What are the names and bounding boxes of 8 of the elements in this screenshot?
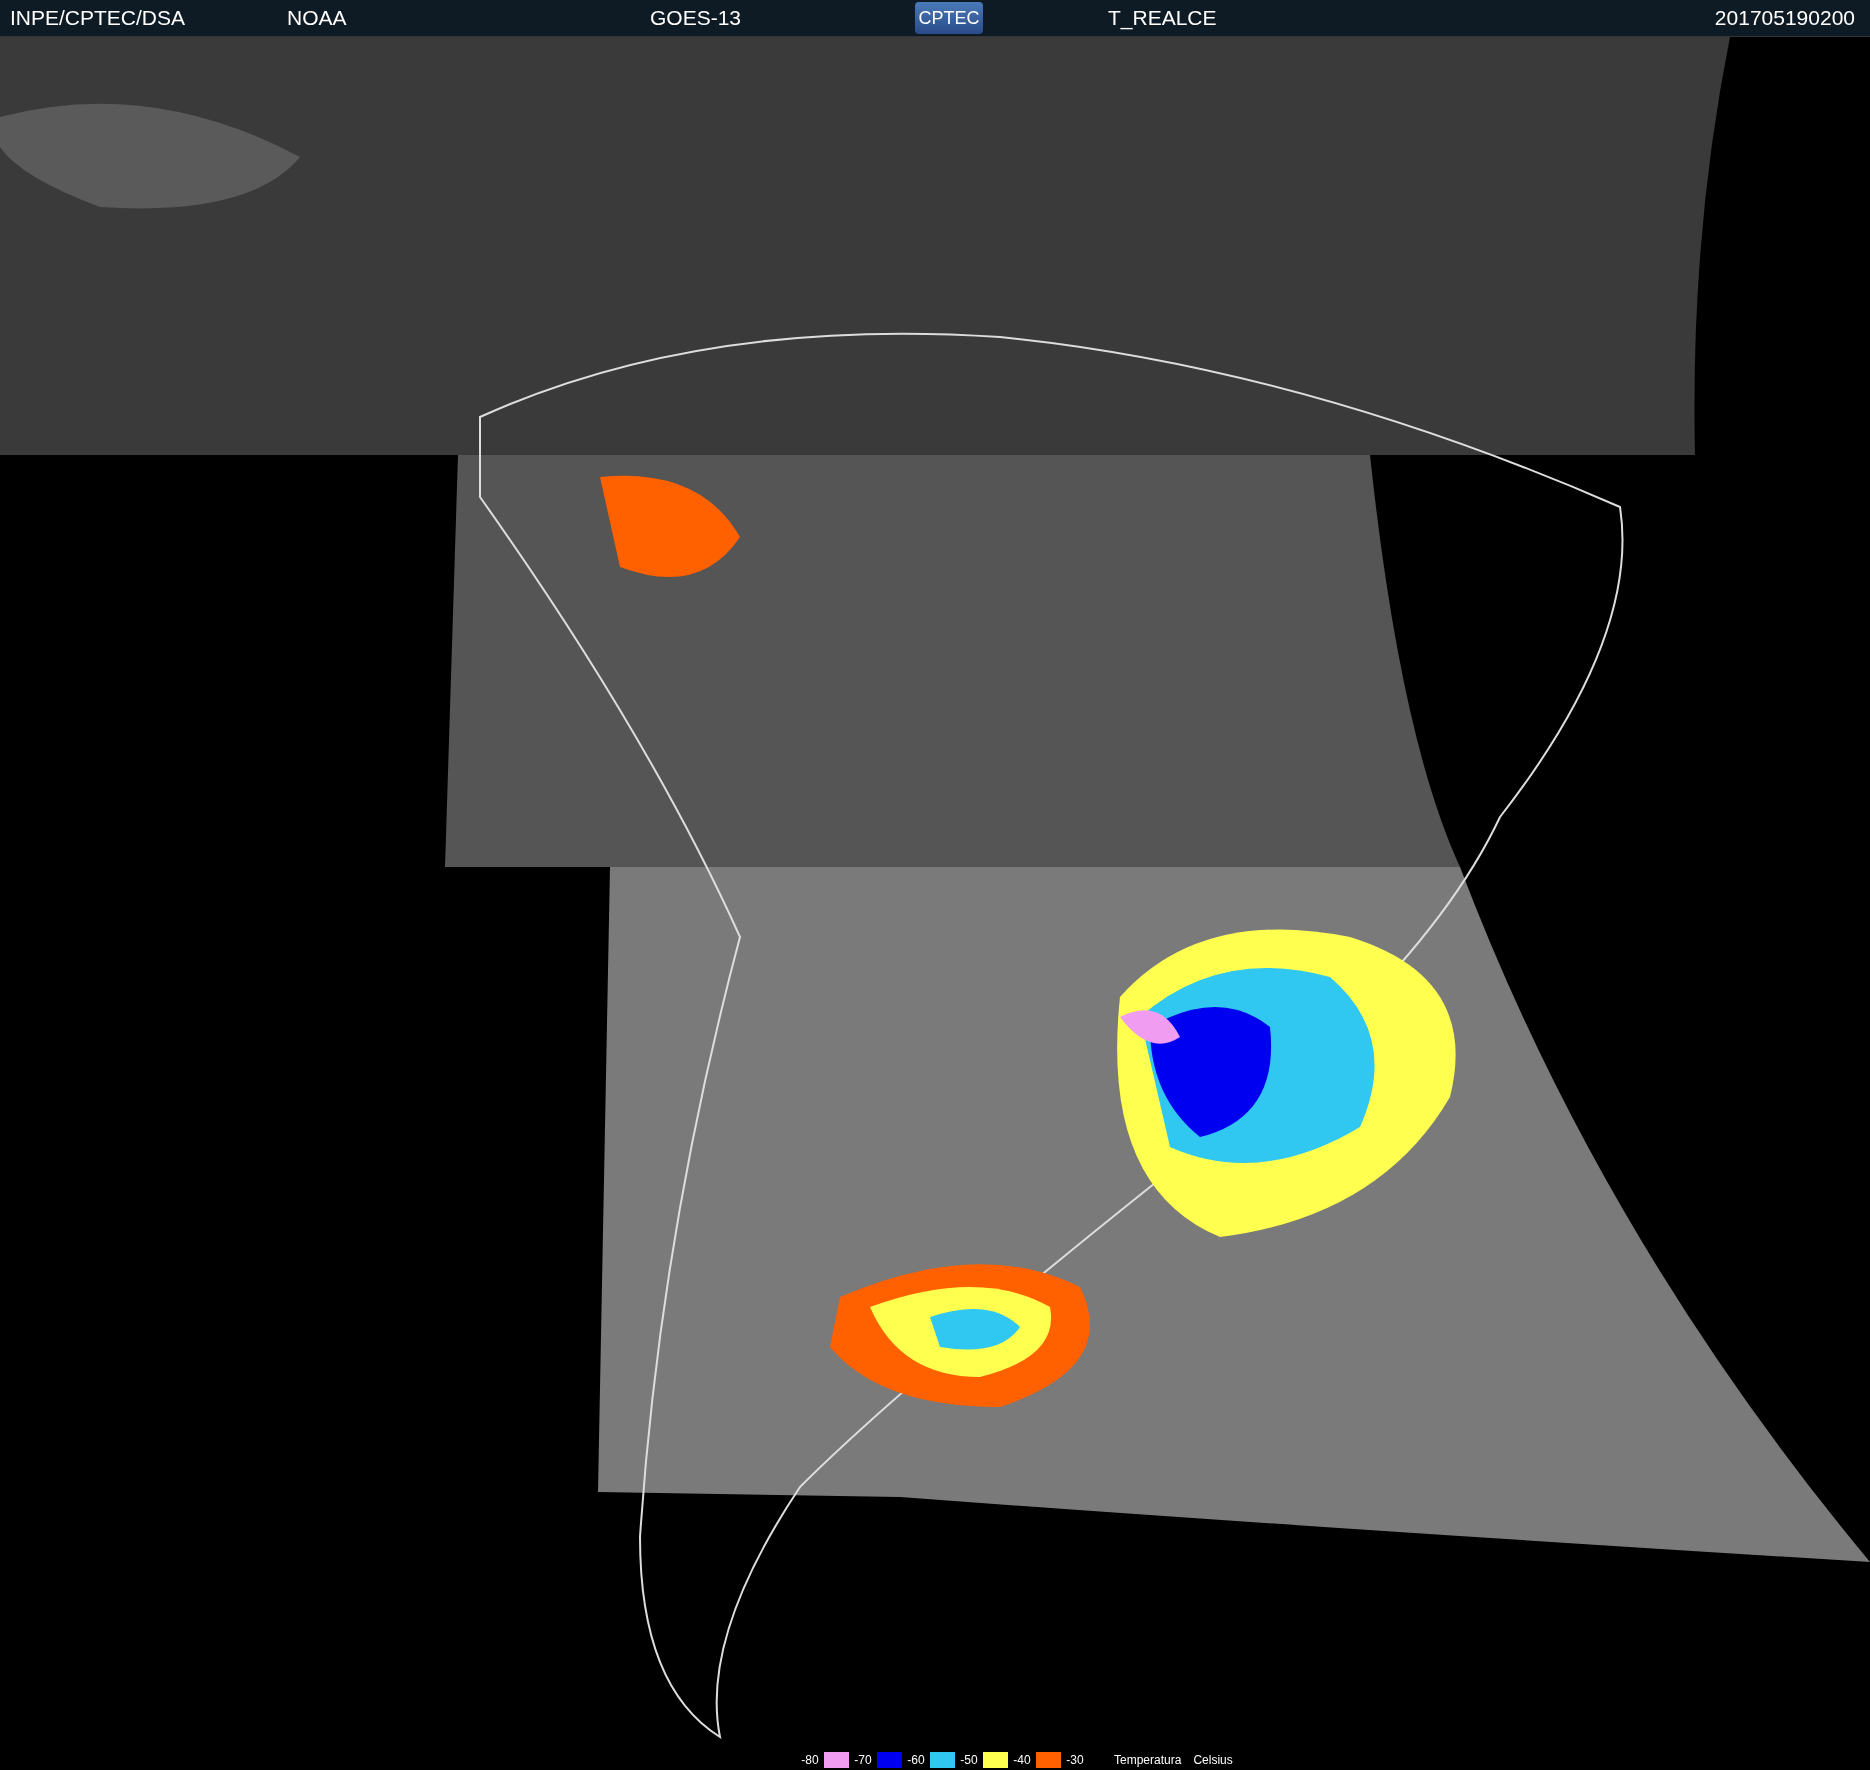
agency-label: INPE/CPTEC/DSA <box>10 6 187 30</box>
logo: CPTEC <box>915 2 983 34</box>
timestamp: 201705190200 <box>1714 6 1855 30</box>
product-label: T_REALCE <box>1108 6 1218 30</box>
source-label: NOAA <box>287 6 348 30</box>
satellite-label: GOES-13 <box>650 6 743 30</box>
legend-title: Temperatura <box>1114 1753 1182 1767</box>
legend-unit: Celsius <box>1193 1753 1233 1767</box>
